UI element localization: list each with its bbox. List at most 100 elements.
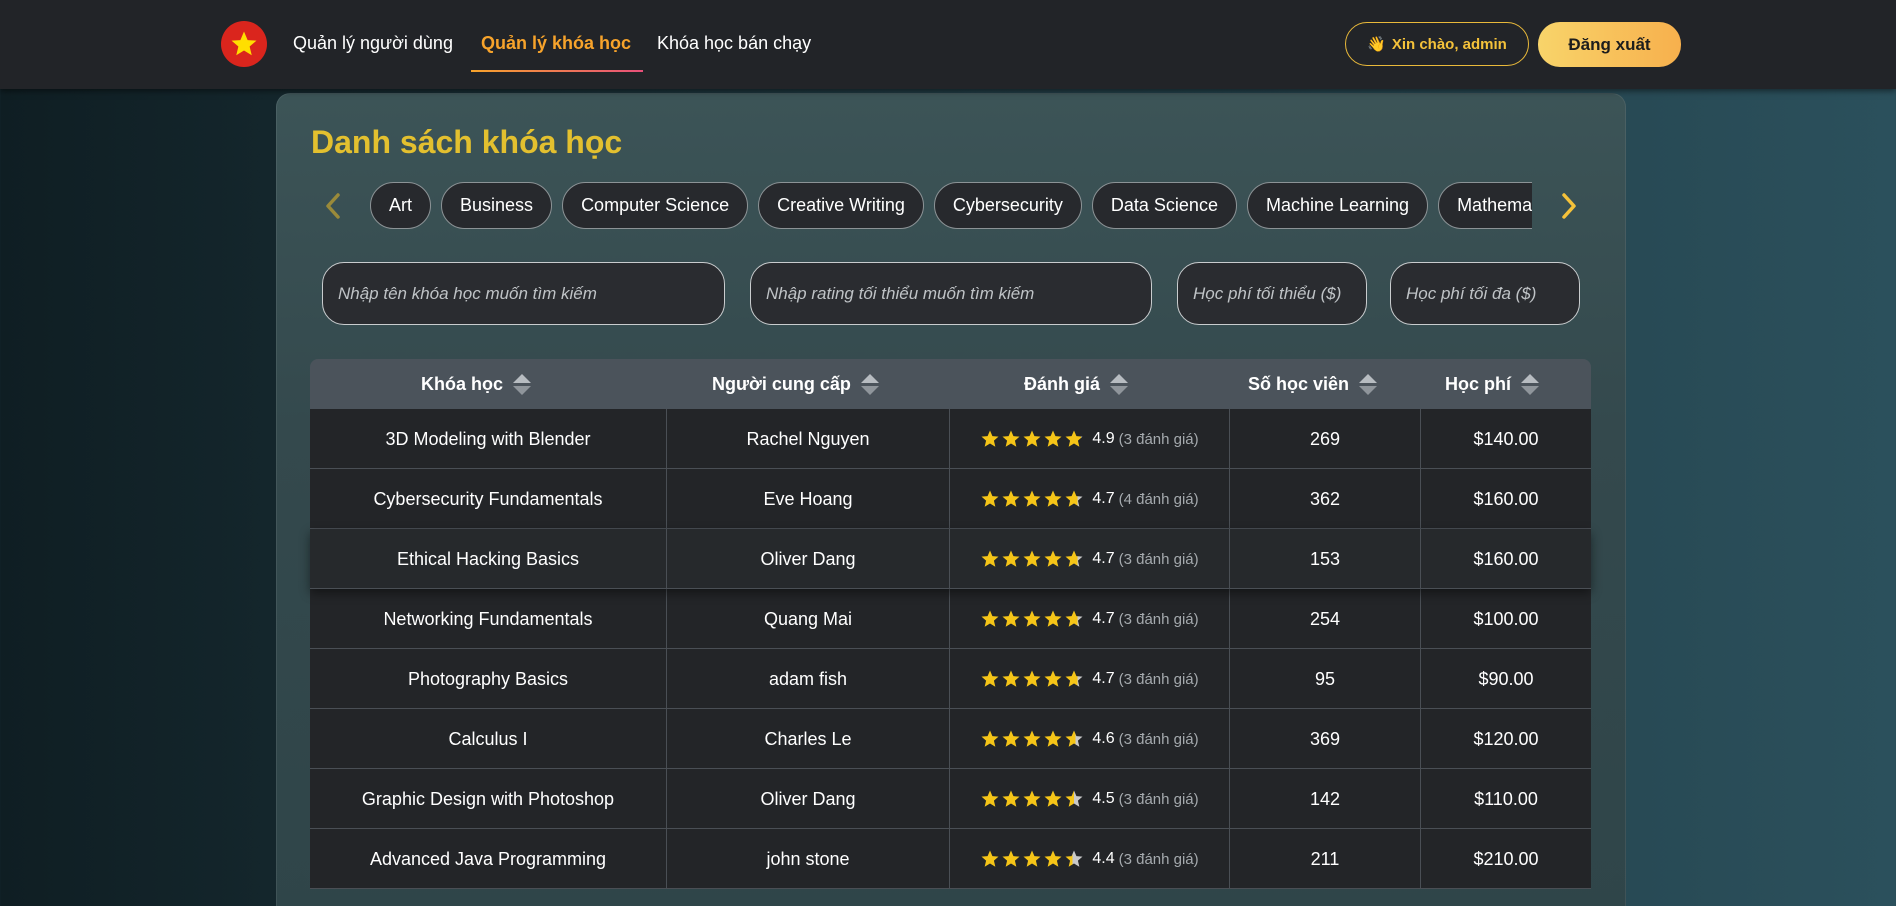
logout-button[interactable]: Đăng xuất xyxy=(1538,22,1681,67)
table-row[interactable]: Photography Basics adam fish 4.7 (3 đánh gi… xyxy=(310,649,1591,709)
star-icon xyxy=(981,670,999,687)
star-icon xyxy=(1023,730,1041,747)
star-icon xyxy=(1044,670,1062,687)
category-chip[interactable]: Computer Science xyxy=(562,182,749,229)
max-fee-input[interactable]: Học phí tối đa ($) xyxy=(1390,262,1580,325)
sort-icon[interactable] xyxy=(1110,373,1129,395)
category-chip[interactable]: Cybersecurity xyxy=(933,182,1082,229)
cell-course: Calculus I xyxy=(310,709,667,769)
star-icon xyxy=(1044,850,1062,867)
star-icon xyxy=(1002,610,1020,627)
star-icon xyxy=(1065,490,1083,507)
rating-stars xyxy=(980,489,1084,509)
cell-students: 369 xyxy=(1230,709,1421,769)
greeting-button[interactable]: 👋 Xin chào, admin xyxy=(1345,22,1529,66)
cell-students: 254 xyxy=(1230,589,1421,649)
logo[interactable] xyxy=(221,21,267,67)
cell-course: Photography Basics xyxy=(310,649,667,709)
cell-course: Graphic Design with Photoshop xyxy=(310,769,667,829)
rating-value: 4.9 xyxy=(1092,430,1115,447)
top-navbar: Quản lý người dùng Quản lý khóa học Khóa… xyxy=(0,0,1896,89)
star-icon xyxy=(1065,730,1083,747)
cell-provider: Eve Hoang xyxy=(667,469,950,529)
sort-icon[interactable] xyxy=(1521,373,1539,395)
cell-students: 142 xyxy=(1230,769,1421,829)
category-chip[interactable]: Business xyxy=(441,182,553,229)
header-rating[interactable]: Đánh giá xyxy=(1024,359,1129,409)
header-course[interactable]: Khóa học xyxy=(421,359,532,409)
sort-icon[interactable] xyxy=(1359,373,1378,395)
star-icon xyxy=(1002,730,1020,747)
cell-course: Advanced Java Programming xyxy=(310,829,667,889)
chevron-right-icon[interactable] xyxy=(1557,190,1581,222)
chevron-left-icon[interactable] xyxy=(321,190,345,222)
min-fee-input[interactable]: Học phí tối thiểu ($) xyxy=(1177,262,1367,325)
wave-icon: 👋 xyxy=(1367,36,1386,53)
star-icon xyxy=(1002,550,1020,567)
sort-icon[interactable] xyxy=(513,373,532,395)
cell-students: 269 xyxy=(1230,409,1421,469)
review-count: (3 đánh giá) xyxy=(1118,610,1199,628)
header-students[interactable]: Số học viên xyxy=(1248,359,1378,409)
rating-stars xyxy=(980,789,1084,809)
star-icon xyxy=(1023,430,1041,447)
cell-rating: 4.7 (4 đánh giá) xyxy=(950,469,1230,529)
rating-value: 4.7 xyxy=(1092,490,1115,507)
cell-rating: 4.7 (3 đánh giá) xyxy=(950,589,1230,649)
star-icon xyxy=(981,550,999,567)
star-icon xyxy=(981,490,999,507)
rating-stars xyxy=(980,609,1084,629)
page-title: Danh sách khóa học xyxy=(311,124,623,160)
course-name-search-input[interactable]: Nhập tên khóa học muốn tìm kiếm xyxy=(322,262,725,325)
category-chip[interactable]: Art xyxy=(370,182,432,229)
category-chip[interactable]: Machine Learning xyxy=(1246,182,1429,229)
nav-user-management[interactable]: Quản lý người dùng xyxy=(293,33,453,54)
star-icon xyxy=(1044,610,1062,627)
cell-students: 211 xyxy=(1230,829,1421,889)
cell-fee: $120.00 xyxy=(1473,728,1539,749)
cell-fee: $100.00 xyxy=(1473,608,1539,629)
course-table: Khóa học Người cung cấp Đánh giá Số học … xyxy=(310,359,1591,889)
table-row[interactable]: Graphic Design with Photoshop Oliver Dang… xyxy=(310,769,1591,829)
cell-students: 95 xyxy=(1230,649,1421,709)
table-row[interactable]: Calculus I Charles Le 4.6 (3 đánh giá) 369 $1… xyxy=(310,709,1591,769)
cell-provider: Charles Le xyxy=(667,709,950,769)
cell-rating: 4.7 (3 đánh giá) xyxy=(950,529,1230,589)
star-icon xyxy=(1002,430,1020,447)
table-row[interactable]: 3D Modeling with Blender Rachel Nguyen 4.9… xyxy=(310,409,1591,469)
category-chip[interactable]: Data Science xyxy=(1091,182,1237,229)
category-chip[interactable]: Mathematics xyxy=(1438,182,1532,229)
sort-icon[interactable] xyxy=(860,373,879,395)
table-row[interactable]: Advanced Java Programming john stone 4.4 (3… xyxy=(310,829,1591,889)
nav-bestselling-courses[interactable]: Khóa học bán chạy xyxy=(657,33,811,54)
min-rating-input[interactable]: Nhập rating tối thiểu muốn tìm kiếm xyxy=(750,262,1152,325)
header-provider[interactable]: Người cung cấp xyxy=(712,359,879,409)
cell-students: 153 xyxy=(1230,529,1421,589)
star-icon xyxy=(1023,550,1041,567)
header-fee[interactable]: Học phí xyxy=(1445,359,1539,409)
star-icon xyxy=(1002,670,1020,687)
rating-stars xyxy=(980,849,1084,869)
star-icon xyxy=(981,850,999,867)
cell-rating: 4.6 (3 đánh giá) xyxy=(950,709,1230,769)
cell-course: Networking Fundamentals xyxy=(310,589,667,649)
header-label: Khóa học xyxy=(421,373,504,394)
table-header: Khóa học Người cung cấp Đánh giá Số học … xyxy=(310,359,1591,409)
rating-value: 4.7 xyxy=(1092,550,1115,567)
greeting-label: Xin chào, admin xyxy=(1391,35,1507,53)
cell-provider: john stone xyxy=(667,829,950,889)
table-row[interactable]: Networking Fundamentals Quang Mai 4.7 (3 đá… xyxy=(310,589,1591,649)
nav-course-management[interactable]: Quản lý khóa học xyxy=(481,33,631,54)
category-chip[interactable]: Creative Writing xyxy=(758,182,924,229)
cell-students: 362 xyxy=(1230,469,1421,529)
cell-rating: 4.9 (3 đánh giá) xyxy=(950,409,1230,469)
header-label: Học phí xyxy=(1445,373,1511,394)
review-count: (3 đánh giá) xyxy=(1118,730,1199,748)
star-icon xyxy=(1002,790,1020,807)
rating-value: 4.7 xyxy=(1092,670,1115,687)
star-icon xyxy=(1065,790,1083,807)
review-count: (3 đánh giá) xyxy=(1118,850,1199,868)
star-icon xyxy=(981,610,999,627)
table-row[interactable]: Ethical Hacking Basics Oliver Dang 4.7 (3 đ… xyxy=(310,529,1591,589)
table-row[interactable]: Cybersecurity Fundamentals Eve Hoang 4.7 (4… xyxy=(310,469,1591,529)
